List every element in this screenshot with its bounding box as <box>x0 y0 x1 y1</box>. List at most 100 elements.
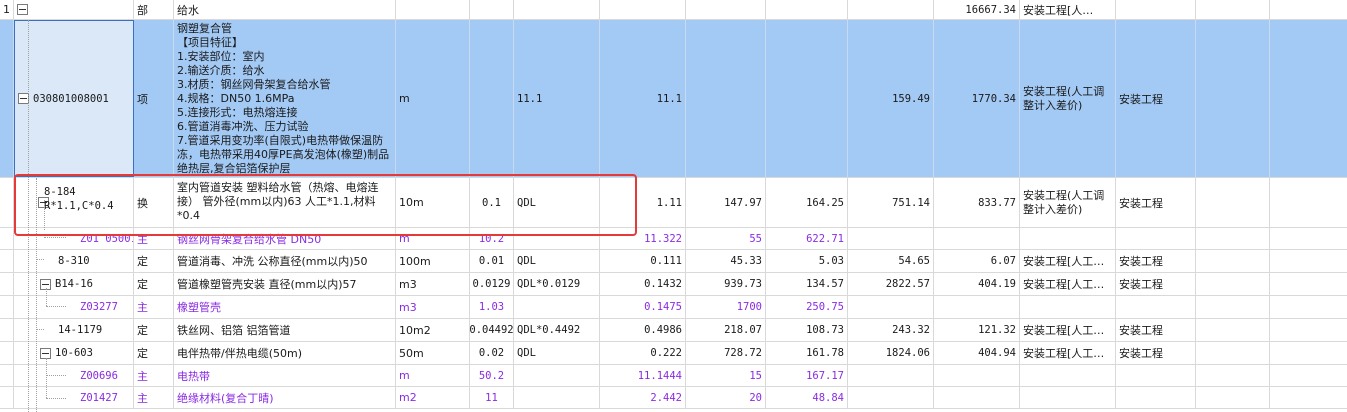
qty-code-cell[interactable] <box>514 365 600 386</box>
total-cell[interactable] <box>934 387 1020 408</box>
code-cell[interactable]: 030801008001 <box>14 20 134 177</box>
qty-expr-cell[interactable]: 0.02 <box>470 342 514 364</box>
composite-cell[interactable]: 167.17 <box>766 365 848 386</box>
code-cell[interactable]: Z00696 <box>14 365 134 386</box>
unit-price-cell[interactable] <box>848 365 934 386</box>
total-cell[interactable]: 404.94 <box>934 342 1020 364</box>
category-cell[interactable]: 安装工程(人工调整计入差价) <box>1020 178 1116 227</box>
specialty-cell[interactable]: 安装工程 <box>1116 342 1196 364</box>
qty-cell[interactable]: 0.4986 <box>600 319 686 341</box>
price-cell[interactable]: 55 <box>686 228 766 249</box>
qty-expr-cell[interactable]: 0.04492 <box>470 319 514 341</box>
unit-price-cell[interactable] <box>848 296 934 318</box>
unit-price-cell[interactable] <box>848 0 934 19</box>
composite-cell[interactable]: 5.03 <box>766 250 848 272</box>
total-cell[interactable]: 16667.34 <box>934 0 1020 19</box>
composite-cell[interactable]: 134.57 <box>766 273 848 295</box>
code-cell[interactable]: Z01427 <box>14 387 134 408</box>
specialty-cell[interactable] <box>1116 228 1196 249</box>
code-cell[interactable]: 10-603 <box>14 342 134 364</box>
qty-code-cell[interactable]: QDL*0.0129 <box>514 273 600 295</box>
name-cell[interactable]: 绝缘材料(复合丁晴) <box>174 387 396 408</box>
qty-expr-cell[interactable] <box>470 20 514 177</box>
specialty-cell[interactable]: 安装工程 <box>1116 319 1196 341</box>
category-cell[interactable]: 安装工程[人工… <box>1020 250 1116 272</box>
price-cell[interactable]: 218.07 <box>686 319 766 341</box>
name-cell[interactable]: 电伴热带/伴热电缆(50m) <box>174 342 396 364</box>
qty-code-cell[interactable]: QDL <box>514 342 600 364</box>
composite-cell[interactable]: 164.25 <box>766 178 848 227</box>
name-cell[interactable]: 铁丝网、铝箔 铝箔管道 <box>174 319 396 341</box>
unit-cell[interactable]: m3 <box>396 296 470 318</box>
category-cell[interactable]: 安装工程(人工调整计入差价) <box>1020 20 1116 177</box>
unit-price-cell[interactable]: 54.65 <box>848 250 934 272</box>
qty-code-cell[interactable] <box>514 296 600 318</box>
code-cell[interactable]: 14-1179 <box>14 319 134 341</box>
unit-price-cell[interactable] <box>848 228 934 249</box>
qty-code-cell[interactable]: 11.1 <box>514 20 600 177</box>
unit-cell[interactable]: m <box>396 365 470 386</box>
qty-cell[interactable]: 0.1432 <box>600 273 686 295</box>
qty-cell[interactable] <box>600 0 686 19</box>
table-row-material[interactable]: Z01427 主 绝缘材料(复合丁晴) m2 11 2.442 20 48.84 <box>0 387 1347 409</box>
category-cell[interactable]: 安装工程[人工… <box>1020 319 1116 341</box>
specialty-cell[interactable]: 安装工程 <box>1116 273 1196 295</box>
table-row-material[interactable]: Z00696 主 电热带 m 50.2 11.1444 15 167.17 <box>0 365 1347 387</box>
unit-cell[interactable]: m <box>396 20 470 177</box>
unit-cell[interactable]: 50m <box>396 342 470 364</box>
total-cell[interactable] <box>934 228 1020 249</box>
table-row[interactable]: B14-16 定 管道橡塑管壳安装 直径(mm以内)57 m3 0.0129 Q… <box>0 273 1347 296</box>
price-cell[interactable]: 147.97 <box>686 178 766 227</box>
composite-cell[interactable]: 161.78 <box>766 342 848 364</box>
table-row[interactable]: 10-603 定 电伴热带/伴热电缆(50m) 50m 0.02 QDL 0.2… <box>0 342 1347 365</box>
qty-cell[interactable]: 0.222 <box>600 342 686 364</box>
qty-expr-cell[interactable]: 11 <box>470 387 514 408</box>
composite-cell[interactable] <box>766 0 848 19</box>
total-cell[interactable]: 404.19 <box>934 273 1020 295</box>
price-cell[interactable]: 939.73 <box>686 273 766 295</box>
name-cell[interactable]: 橡塑管壳 <box>174 296 396 318</box>
composite-cell[interactable]: 108.73 <box>766 319 848 341</box>
table-row[interactable]: 8-310 定 管道消毒、冲洗 公称直径(mm以内)50 100m 0.01 Q… <box>0 250 1347 273</box>
code-cell[interactable]: Z03277 <box>14 296 134 318</box>
qty-cell[interactable]: 11.1444 <box>600 365 686 386</box>
category-cell[interactable] <box>1020 228 1116 249</box>
specialty-cell[interactable]: 安装工程 <box>1116 20 1196 177</box>
specialty-cell[interactable] <box>1116 387 1196 408</box>
code-cell[interactable] <box>14 0 134 19</box>
table-row-selected[interactable]: 030801008001 项 钢塑复合管 【项目特征】 1.安装部位：室内 2.… <box>0 20 1347 178</box>
name-cell[interactable]: 管道橡塑管壳安装 直径(mm以内)57 <box>174 273 396 295</box>
qty-cell[interactable]: 0.111 <box>600 250 686 272</box>
total-cell[interactable]: 833.77 <box>934 178 1020 227</box>
category-cell[interactable]: 安装工程[人工… <box>1020 342 1116 364</box>
unit-cell[interactable] <box>396 0 470 19</box>
name-cell[interactable]: 管道消毒、冲洗 公称直径(mm以内)50 <box>174 250 396 272</box>
specialty-cell[interactable] <box>1116 0 1196 19</box>
composite-cell[interactable]: 48.84 <box>766 387 848 408</box>
unit-price-cell[interactable]: 159.49 <box>848 20 934 177</box>
price-cell[interactable]: 1700 <box>686 296 766 318</box>
qty-expr-cell[interactable] <box>470 0 514 19</box>
qty-expr-cell[interactable]: 50.2 <box>470 365 514 386</box>
category-cell[interactable] <box>1020 296 1116 318</box>
specialty-cell[interactable] <box>1116 365 1196 386</box>
code-cell[interactable]: B14-16 <box>14 273 134 295</box>
table-row[interactable]: 14-1179 定 铁丝网、铝箔 铝箔管道 10m2 0.04492 QDL*0… <box>0 319 1347 342</box>
table-row-section[interactable]: 1 部 给水 16667.34 安装工程[人… <box>0 0 1347 20</box>
price-cell[interactable]: 728.72 <box>686 342 766 364</box>
unit-cell[interactable]: m2 <box>396 387 470 408</box>
category-cell[interactable] <box>1020 387 1116 408</box>
specialty-cell[interactable] <box>1116 296 1196 318</box>
qty-cell[interactable]: 0.1475 <box>600 296 686 318</box>
unit-cell[interactable]: 10m2 <box>396 319 470 341</box>
collapse-toggle-icon[interactable] <box>40 347 51 359</box>
qty-expr-cell[interactable]: 0.0129 <box>470 273 514 295</box>
code-cell[interactable]: 8-310 <box>14 250 134 272</box>
unit-price-cell[interactable]: 2822.57 <box>848 273 934 295</box>
unit-price-cell[interactable]: 1824.06 <box>848 342 934 364</box>
qty-code-cell[interactable]: QDL <box>514 250 600 272</box>
price-cell[interactable] <box>686 20 766 177</box>
qty-cell[interactable]: 11.1 <box>600 20 686 177</box>
qty-code-cell[interactable] <box>514 387 600 408</box>
total-cell[interactable] <box>934 296 1020 318</box>
